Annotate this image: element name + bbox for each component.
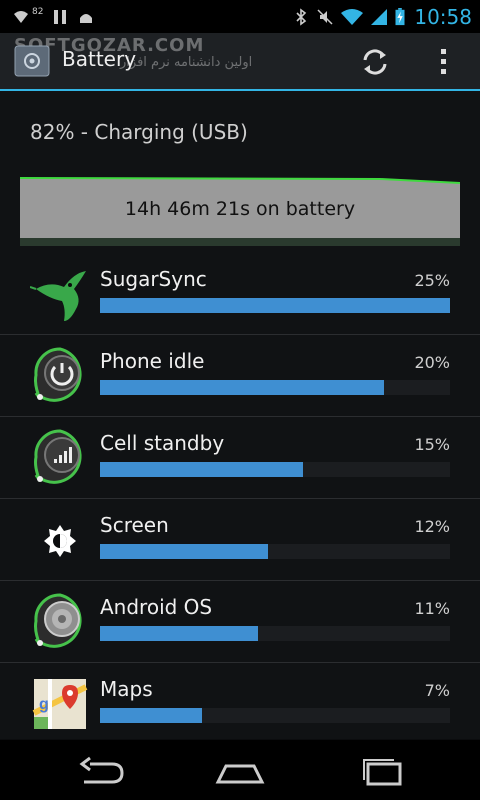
mute-icon [317,8,333,25]
graph-label: 14h 46m 21s on battery [124,198,356,220]
usage-list: SugarSync 25% Phone idle 20% Cell standby 15%… [0,253,480,744]
graph-charge-line [20,176,460,186]
usage-percent: 25% [414,271,450,290]
usage-bar-fill [100,544,268,559]
wifi-notification-icon [14,10,28,23]
brightness-icon [30,509,90,569]
signal-icon [30,427,90,487]
graph-signal-strip [20,238,460,246]
usage-row-cell-standby[interactable]: Cell standby 15% [0,416,480,498]
android-os-icon [30,591,90,651]
usage-bar-fill [100,708,202,723]
usage-bar-fill [100,380,384,395]
power-icon [30,345,90,405]
android-debug-icon [80,13,93,23]
usage-bar-fill [100,462,303,477]
home-icon[interactable] [210,754,270,788]
settings-app-icon[interactable] [14,45,50,77]
usage-percent: 20% [414,353,450,372]
page-title: Battery [62,47,137,71]
usage-label: Maps [100,677,153,701]
maps-icon: g [30,673,90,733]
usage-label: Android OS [100,595,213,619]
status-bar: 82 10:58 [0,0,480,33]
usage-percent: 12% [414,517,450,536]
usage-percent: 7% [424,681,450,700]
usage-percent: 11% [414,599,450,618]
hummingbird-icon [29,263,90,323]
refresh-icon[interactable] [358,45,392,79]
battery-history-graph[interactable]: 14h 46m 21s on battery [20,176,460,246]
pause-icon [54,9,67,24]
usage-row-phone-idle[interactable]: Phone idle 20% [0,334,480,416]
svg-text:g: g [39,696,49,713]
battery-content: 82% - Charging (USB) 14h 46m 21s on batt… [0,91,480,739]
usage-row-maps[interactable]: g Maps 7% [0,662,480,744]
navigation-bar [0,740,480,800]
battery-charging-icon [395,7,405,25]
usage-row-screen[interactable]: Screen 12% [0,498,480,580]
usage-label: Screen [100,513,169,537]
recent-apps-icon[interactable] [352,754,412,788]
usage-label: Phone idle [100,349,205,373]
cell-signal-icon [371,8,388,25]
usage-percent: 15% [414,435,450,454]
usage-bar-fill [100,626,258,641]
usage-bar-track [100,462,450,477]
usage-label: Cell standby [100,431,225,455]
charge-status: 82% - Charging (USB) [30,120,248,144]
wifi-icon [341,8,364,25]
usage-bar-track [100,380,450,395]
back-icon[interactable] [70,754,130,788]
usage-bar-track [100,544,450,559]
usage-bar-fill [100,298,450,313]
usage-bar-track [100,708,450,723]
usage-bar-track [100,626,450,641]
clock: 10:58 [414,4,472,29]
usage-row-android-os[interactable]: Android OS 11% [0,580,480,662]
usage-row-sugarsync[interactable]: SugarSync 25% [0,253,480,334]
bluetooth-icon [296,7,307,26]
overflow-menu-icon[interactable] [432,43,456,81]
usage-label: SugarSync [100,267,207,291]
notification-count: 82 [32,6,44,17]
watermark-subtitle: اولین دانشنامه نرم افزار [120,55,253,70]
action-bar: SOFTGOZAR.COM اولین دانشنامه نرم افزار B… [0,33,480,91]
usage-bar-track [100,298,450,313]
